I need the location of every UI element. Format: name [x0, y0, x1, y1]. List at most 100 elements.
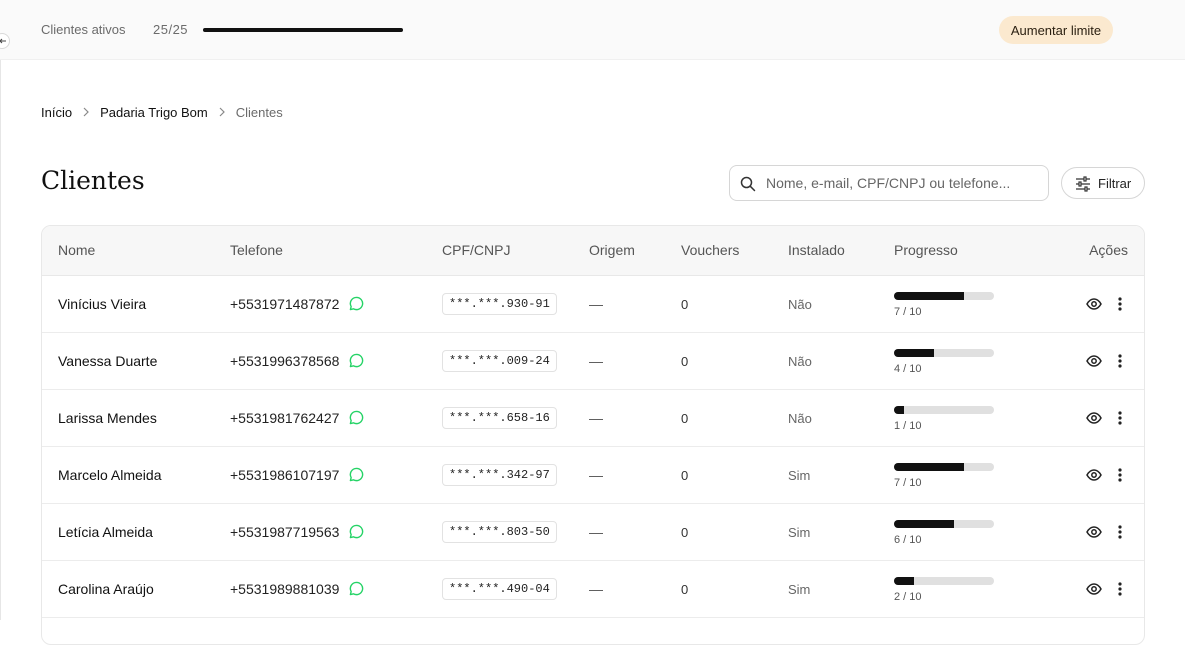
more-vertical-icon	[1118, 353, 1122, 368]
table-row[interactable]: Vanessa Duarte +5531996378568 ***.***.009-…	[42, 332, 1144, 389]
client-name[interactable]: Carolina Araújo	[58, 581, 154, 597]
client-phone: +5531981762427	[230, 409, 340, 426]
more-vertical-icon	[1118, 296, 1122, 311]
more-actions-button[interactable]	[1118, 581, 1122, 596]
col-header-vouchers[interactable]: Vouchers	[681, 226, 788, 276]
whatsapp-icon[interactable]	[349, 410, 364, 425]
sliders-icon	[1076, 176, 1090, 192]
progress-text: 2 / 10	[894, 590, 922, 603]
client-name[interactable]: Vinícius Vieira	[58, 296, 146, 312]
client-origin: —	[589, 523, 603, 540]
whatsapp-icon[interactable]	[349, 467, 364, 482]
client-phone: +5531989881039	[230, 580, 340, 597]
client-doc: ***.***.342-97	[442, 463, 557, 486]
progress-bar-fill	[894, 291, 964, 300]
progress-bar	[894, 519, 994, 528]
arrow-left-icon	[0, 38, 6, 44]
page-title: Clientes	[41, 166, 145, 195]
client-doc: ***.***.803-50	[442, 520, 557, 543]
whatsapp-icon[interactable]	[349, 581, 364, 596]
breadcrumb-store[interactable]: Padaria Trigo Bom	[100, 105, 208, 120]
client-installed: Não	[788, 353, 812, 369]
client-origin: —	[589, 295, 603, 312]
client-origin: —	[589, 466, 603, 483]
progress-bar-fill	[894, 576, 914, 585]
client-name[interactable]: Letícia Almeida	[58, 524, 153, 540]
more-vertical-icon	[1118, 467, 1122, 482]
view-client-button[interactable]	[1086, 468, 1102, 481]
whatsapp-icon[interactable]	[349, 353, 364, 368]
increase-limit-button[interactable]: Aumentar limite	[999, 16, 1113, 44]
search-input[interactable]	[766, 166, 1042, 200]
client-installed: Não	[788, 296, 812, 312]
client-name[interactable]: Larissa Mendes	[58, 410, 157, 426]
client-name[interactable]: Vanessa Duarte	[58, 353, 157, 369]
filter-label: Filtrar	[1098, 176, 1132, 191]
view-client-button[interactable]	[1086, 297, 1102, 310]
progress-bar	[894, 462, 994, 471]
more-actions-button[interactable]	[1118, 524, 1122, 539]
client-doc: ***.***.490-04	[442, 577, 557, 600]
table-row[interactable]: Larissa Mendes +5531981762427 ***.***.658-…	[42, 389, 1144, 446]
progress-bar	[894, 405, 994, 414]
col-header-installed[interactable]: Instalado	[788, 226, 894, 276]
client-vouchers: 0	[681, 581, 689, 597]
view-client-button[interactable]	[1086, 525, 1102, 538]
breadcrumb-home[interactable]: Início	[41, 105, 72, 120]
col-header-phone[interactable]: Telefone	[230, 226, 442, 276]
client-origin: —	[589, 352, 603, 369]
view-client-button[interactable]	[1086, 411, 1102, 424]
more-vertical-icon	[1118, 524, 1122, 539]
more-vertical-icon	[1118, 581, 1122, 596]
active-clients-count: 25/25	[153, 22, 189, 37]
col-header-progress[interactable]: Progresso	[894, 226, 1044, 276]
col-header-name[interactable]: Nome	[42, 226, 230, 276]
eye-icon	[1086, 354, 1102, 367]
more-actions-button[interactable]	[1118, 353, 1122, 368]
table-header-row: Nome Telefone CPF/CNPJ Origem Vouchers I…	[42, 226, 1144, 276]
client-vouchers: 0	[681, 410, 689, 426]
progress-bar-fill	[894, 462, 964, 471]
table-row[interactable]: Marcelo Almeida +5531986107197 ***.***.342…	[42, 446, 1144, 503]
client-phone: +5531987719563	[230, 523, 340, 540]
client-installed: Sim	[788, 524, 811, 540]
view-client-button[interactable]	[1086, 582, 1102, 595]
table-row[interactable]: Letícia Almeida +5531987719563 ***.***.803…	[42, 503, 1144, 560]
more-actions-button[interactable]	[1118, 467, 1122, 482]
progress-bar	[894, 291, 994, 300]
table-row[interactable]: Vinícius Vieira +5531971487872 ***.***.930…	[42, 275, 1144, 332]
whatsapp-icon[interactable]	[349, 296, 364, 311]
progress-bar-fill	[894, 519, 954, 528]
more-actions-button[interactable]	[1118, 296, 1122, 311]
whatsapp-icon[interactable]	[349, 524, 364, 539]
breadcrumb: Início Padaria Trigo Bom Clientes	[41, 105, 283, 120]
clients-table: Nome Telefone CPF/CNPJ Origem Vouchers I…	[41, 225, 1145, 645]
client-vouchers: 0	[681, 353, 689, 369]
client-vouchers: 0	[681, 296, 689, 312]
client-installed: Sim	[788, 467, 811, 483]
progress-bar	[894, 576, 994, 585]
search-icon	[740, 176, 756, 192]
eye-icon	[1086, 525, 1102, 538]
client-phone: +5531971487872	[230, 295, 340, 312]
sidebar-edge	[0, 0, 1, 620]
table-row[interactable]: Carolina Araújo +5531989881039 ***.***.490…	[42, 560, 1144, 617]
progress-text: 4 / 10	[894, 362, 922, 375]
client-origin: —	[589, 580, 603, 597]
client-vouchers: 0	[681, 524, 689, 540]
col-header-origin[interactable]: Origem	[589, 226, 681, 276]
progress-bar-fill	[894, 405, 904, 414]
chevron-right-icon	[219, 105, 225, 120]
progress-bar-fill	[894, 348, 934, 357]
client-doc: ***.***.658-16	[442, 406, 557, 429]
col-header-doc[interactable]: CPF/CNPJ	[442, 226, 589, 276]
client-name[interactable]: Marcelo Almeida	[58, 467, 162, 483]
progress-bar	[894, 348, 994, 357]
eye-icon	[1086, 582, 1102, 595]
eye-icon	[1086, 411, 1102, 424]
more-actions-button[interactable]	[1118, 410, 1122, 425]
client-limit-progress	[203, 28, 403, 32]
search-box	[729, 165, 1049, 201]
filter-button[interactable]: Filtrar	[1061, 167, 1145, 199]
view-client-button[interactable]	[1086, 354, 1102, 367]
